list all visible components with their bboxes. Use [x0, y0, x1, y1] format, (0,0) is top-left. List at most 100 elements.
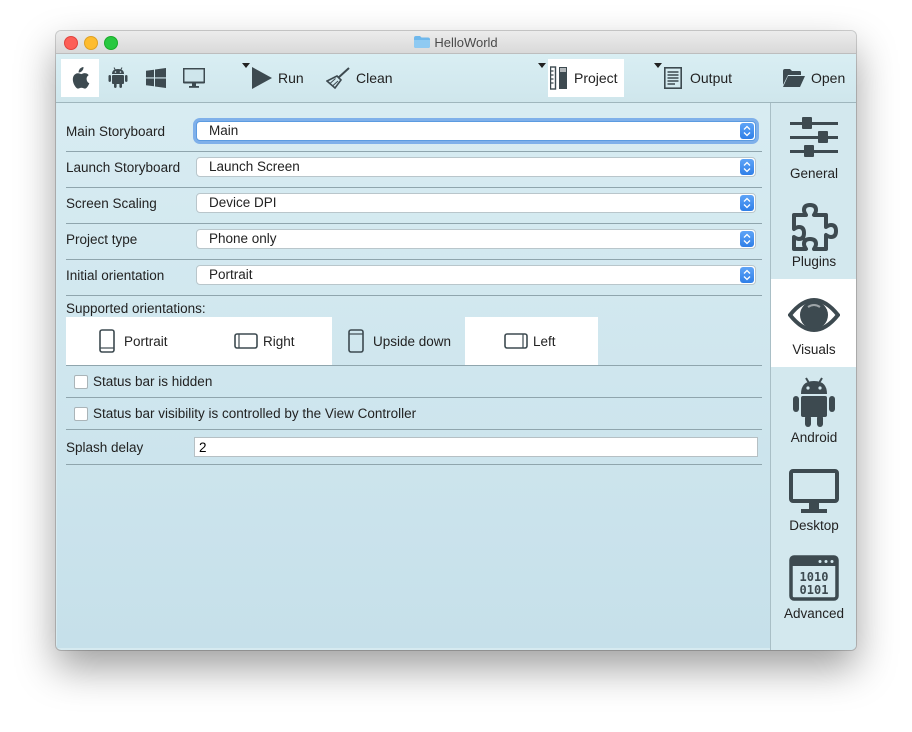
screen-scaling-label: Screen Scaling — [66, 196, 157, 211]
sidebar-item-desktop[interactable]: Desktop — [771, 455, 856, 543]
project-type-select[interactable]: Phone only — [196, 229, 756, 249]
orientation-right-label: Right — [263, 333, 295, 349]
document-lines-icon — [664, 67, 682, 89]
screen-scaling-value: Device DPI — [209, 195, 277, 210]
orientation-portrait-toggle[interactable]: Portrait — [66, 317, 199, 365]
app-window: HelloWorld Run Clean Project Output Open… — [56, 31, 856, 650]
android-icon — [108, 67, 128, 88]
select-arrows-icon — [740, 195, 754, 211]
screen-scaling-select[interactable]: Device DPI — [196, 193, 756, 213]
sidebar-item-general[interactable]: General — [771, 103, 856, 191]
splash-delay-label: Splash delay — [66, 440, 144, 455]
status-bar-hidden-row: Status bar is hidden — [66, 366, 762, 398]
status-bar-hidden-label: Status bar is hidden — [93, 374, 213, 389]
sidebar-item-advanced-label: Advanced — [783, 606, 845, 621]
select-arrows-icon — [740, 231, 754, 247]
sidebar-item-android[interactable]: Android — [771, 367, 856, 455]
screen-scaling-row: Screen Scaling Device DPI — [66, 188, 762, 224]
title-bar: HelloWorld — [56, 31, 856, 54]
run-label: Run — [278, 70, 304, 86]
main-storyboard-select[interactable]: Main — [196, 121, 756, 141]
sidebar-item-desktop-label: Desktop — [789, 518, 839, 533]
initial-orientation-row: Initial orientation Portrait — [66, 260, 762, 296]
open-label: Open — [811, 70, 846, 86]
sliders-icon — [790, 117, 838, 157]
clean-label: Clean — [356, 70, 393, 86]
project-button[interactable]: Project — [538, 59, 624, 97]
initial-orientation-value: Portrait — [209, 267, 253, 282]
broom-icon — [326, 67, 350, 89]
project-type-label: Project type — [66, 232, 138, 247]
svg-text:0101: 0101 — [800, 583, 829, 597]
launch-storyboard-row: Launch Storyboard Launch Screen — [66, 152, 762, 188]
launch-storyboard-value: Launch Screen — [209, 159, 300, 174]
supported-orientations-row: Supported orientations: Portrait Right U… — [66, 296, 762, 366]
status-bar-controlled-row: Status bar visibility is controlled by t… — [66, 398, 762, 430]
toolbar: Run Clean Project Output Open — [56, 54, 856, 103]
launch-storyboard-select[interactable]: Launch Screen — [196, 157, 756, 177]
sidebar-item-visuals[interactable]: Visuals — [771, 279, 856, 367]
orientation-right-toggle[interactable]: Right — [199, 317, 332, 365]
launch-storyboard-label: Launch Storyboard — [66, 160, 181, 175]
ruler-pencil-icon — [550, 66, 567, 90]
orientation-left-toggle[interactable]: Left — [465, 317, 598, 365]
ios-platform-button[interactable] — [61, 59, 99, 97]
window-title-text: HelloWorld — [434, 35, 498, 50]
orientation-options: Portrait Right Upside down Left — [66, 317, 599, 365]
select-arrows-icon — [740, 267, 754, 283]
folder-icon — [414, 36, 431, 48]
sidebar-item-advanced[interactable]: 1010 0101 Advanced — [771, 543, 856, 631]
main-storyboard-label: Main Storyboard — [66, 124, 166, 139]
orientation-portrait-label: Portrait — [124, 333, 168, 349]
sidebar-item-plugins-label: Plugins — [791, 254, 837, 269]
play-icon — [252, 67, 272, 89]
initial-orientation-select[interactable]: Portrait — [196, 265, 756, 285]
output-button[interactable]: Output — [654, 59, 740, 97]
run-dropdown-arrow-icon — [242, 63, 250, 68]
svg-text:1010: 1010 — [800, 570, 829, 584]
project-type-value: Phone only — [209, 231, 277, 246]
phone-upside-down-icon — [348, 329, 364, 353]
open-folder-icon — [783, 69, 805, 87]
clean-button[interactable]: Clean — [326, 59, 396, 97]
initial-orientation-label: Initial orientation — [66, 268, 165, 283]
desktop-platform-button[interactable] — [180, 59, 208, 97]
main-storyboard-value: Main — [209, 123, 239, 138]
status-bar-controlled-checkbox[interactable] — [74, 407, 88, 421]
window-title: HelloWorld — [56, 35, 856, 50]
status-bar-hidden-checkbox[interactable] — [74, 375, 88, 389]
windows-icon — [146, 68, 166, 88]
phone-landscape-right-icon — [234, 333, 258, 349]
sidebar-item-visuals-label: Visuals — [792, 342, 836, 357]
output-label: Output — [690, 70, 733, 86]
orientation-upside-down-toggle[interactable]: Upside down — [332, 317, 465, 365]
sidebar-item-general-label: General — [789, 166, 839, 181]
select-arrows-icon — [740, 159, 754, 175]
sidebar-item-plugins[interactable]: Plugins — [771, 191, 856, 279]
windows-platform-button[interactable] — [142, 59, 170, 97]
monitor-icon — [183, 68, 205, 88]
supported-orientations-label: Supported orientations: — [66, 301, 206, 316]
splash-delay-input[interactable] — [194, 437, 758, 457]
sidebar-item-android-label: Android — [790, 430, 838, 445]
run-button[interactable]: Run — [242, 59, 312, 97]
orientation-upside-down-label: Upside down — [373, 333, 452, 349]
eye-icon — [788, 298, 840, 332]
puzzle-icon — [792, 203, 838, 251]
monitor-icon — [789, 469, 839, 513]
android-platform-button[interactable] — [104, 59, 132, 97]
status-bar-controlled-label: Status bar visibility is controlled by t… — [93, 406, 417, 421]
phone-portrait-icon — [99, 329, 115, 353]
settings-sidebar: General Plugins Visuals Android Desktop … — [770, 103, 856, 650]
project-dropdown-arrow-icon — [538, 63, 546, 68]
binary-window-icon: 1010 0101 — [789, 555, 839, 601]
project-type-row: Project type Phone only — [66, 224, 762, 260]
select-arrows-icon — [740, 123, 754, 139]
apple-icon — [72, 67, 90, 89]
android-icon — [793, 377, 835, 427]
project-label: Project — [574, 70, 618, 86]
orientation-left-label: Left — [533, 333, 556, 349]
phone-landscape-left-icon — [504, 333, 528, 349]
open-button[interactable]: Open — [783, 59, 849, 97]
main-storyboard-row: Main Storyboard Main — [66, 116, 762, 152]
